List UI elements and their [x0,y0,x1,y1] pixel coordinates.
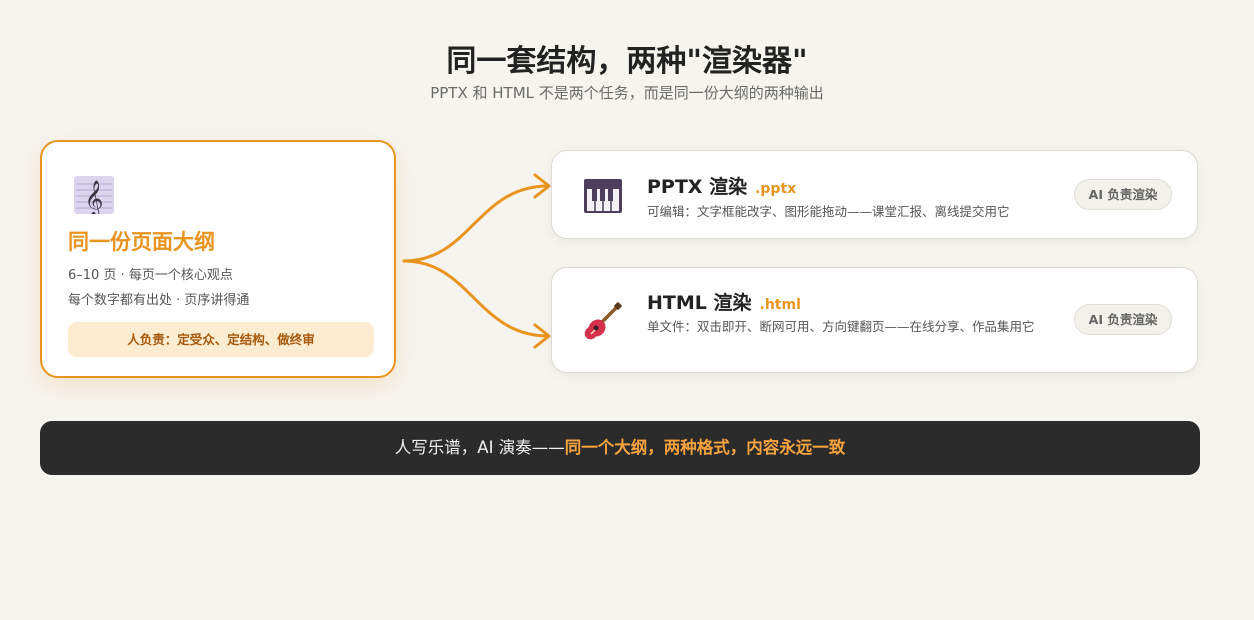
summary-banner: 人写乐谱，AI 演奏——同一个大纲，两种格式，内容永远一致 [40,421,1200,475]
source-outline-card: 𝄞 同一份页面大纲 6–10 页 · 每页一个核心观点 每个数字都有出处 · 页… [40,140,396,378]
pptx-file-extension: .pptx [755,181,797,197]
piano-keys-icon [582,175,624,217]
guitar-icon [582,300,624,342]
html-output-header: HTML 渲染 .html [647,288,801,315]
html-output-description: 单文件：双击即开、断网可用、方向键翻页——在线分享、作品集用它 [647,319,1035,334]
html-file-extension: .html [759,297,801,313]
pptx-ai-role-pill: AI 负责渲染 [1074,179,1172,210]
treble-clef-icon: 𝄞 [74,176,114,214]
pptx-output-header: PPTX 渲染 .pptx [647,172,796,199]
source-detail-data: 每个数字都有出处 · 页序讲得通 [68,293,250,308]
source-detail-pages: 6–10 页 · 每页一个核心观点 [68,268,233,283]
html-output-name: HTML 渲染 [647,292,752,314]
summary-highlight: 同一个大纲，两种格式，内容永远一致 [564,438,846,457]
summary-lead: 人写乐谱，AI 演奏—— [394,438,565,457]
svg-text:𝄞: 𝄞 [85,179,104,214]
html-output-card: HTML 渲染 .html 单文件：双击即开、断网可用、方向键翻页——在线分享、作… [551,267,1198,373]
pptx-output-name: PPTX 渲染 [647,176,748,198]
source-title: 同一份页面大纲 [68,230,215,254]
pptx-output-card: PPTX 渲染 .pptx 可编辑：文字框能改字、图形能拖动——课堂汇报、离线提交… [551,150,1198,239]
html-ai-role-pill: AI 负责渲染 [1074,304,1172,335]
pptx-output-description: 可编辑：文字框能改字、图形能拖动——课堂汇报、离线提交用它 [647,204,1010,219]
human-role-badge: 人负责：定受众、定结构、做终审 [68,322,374,357]
